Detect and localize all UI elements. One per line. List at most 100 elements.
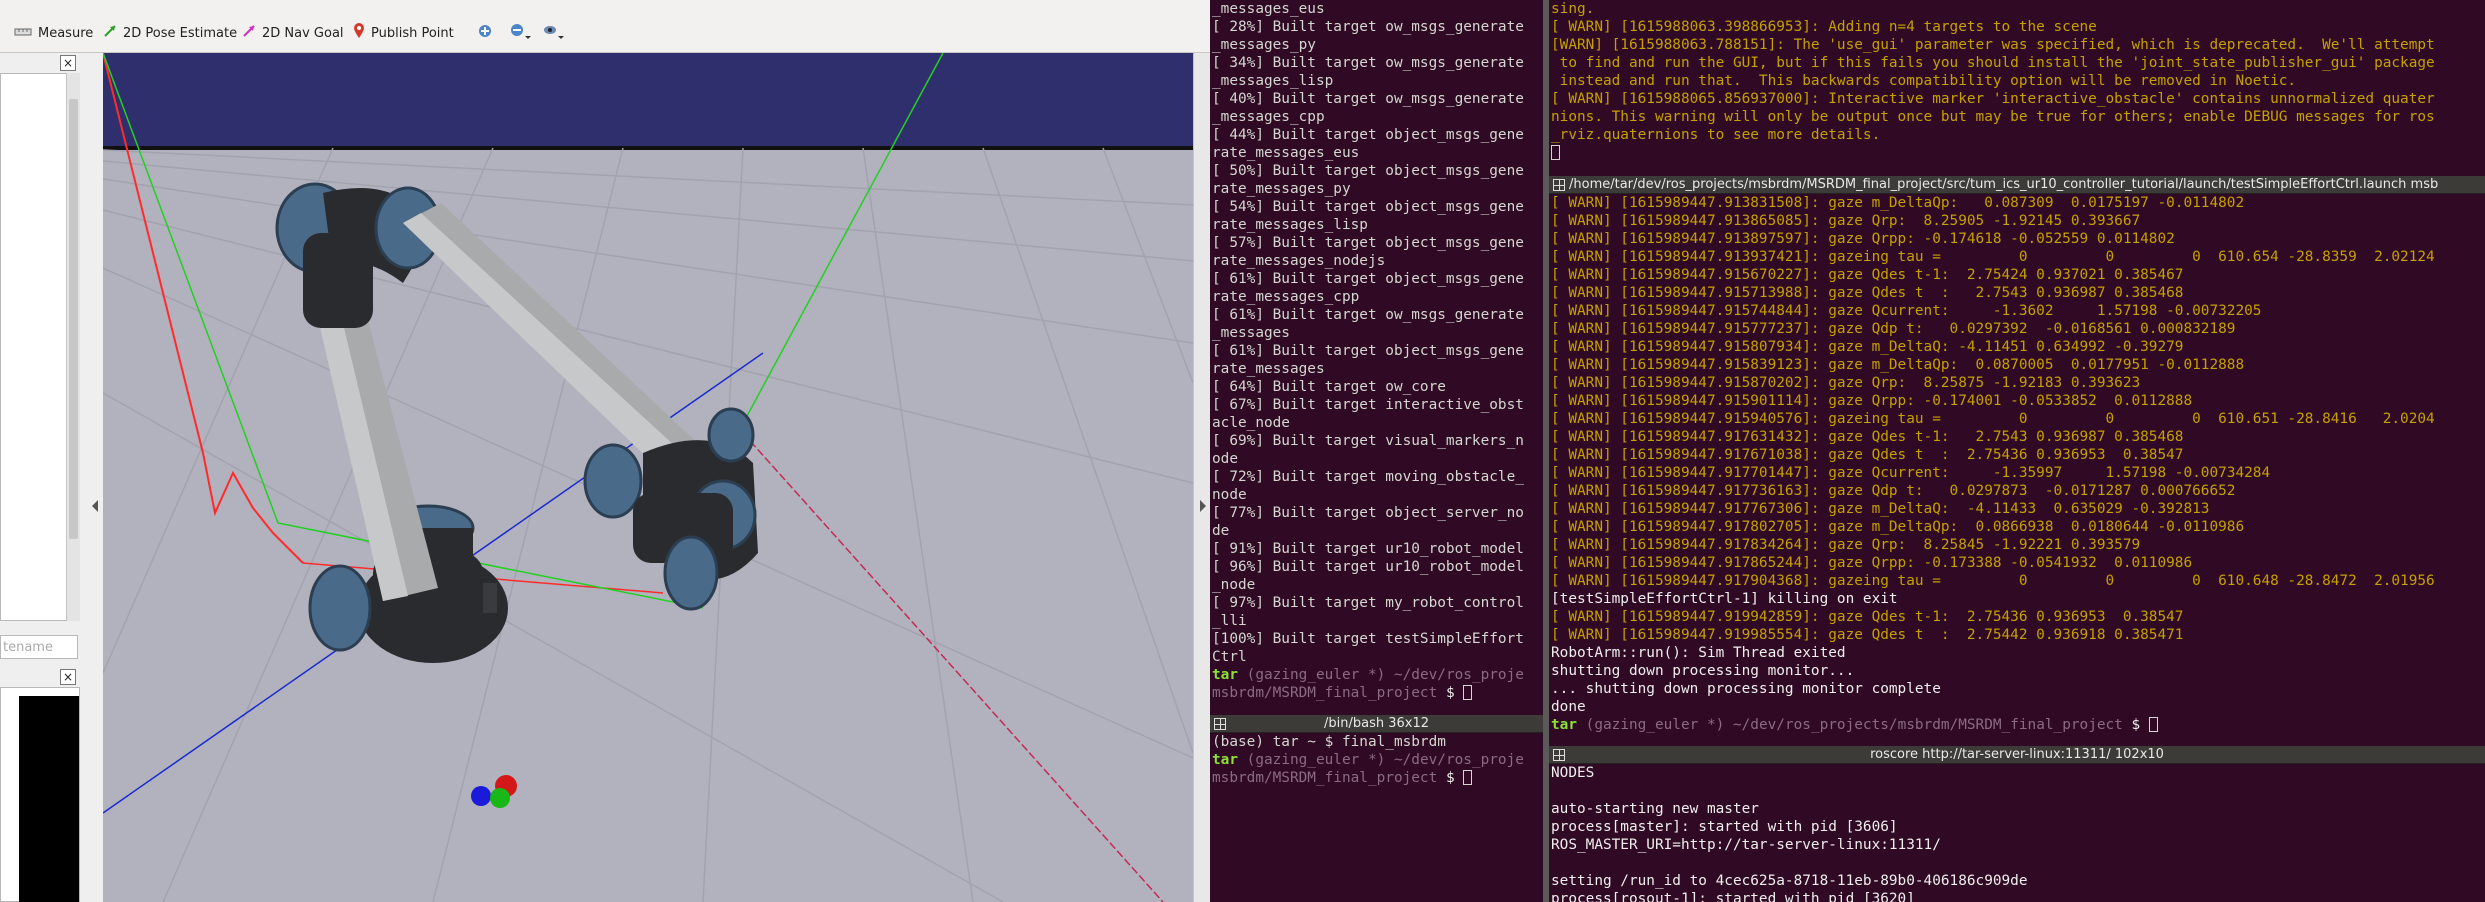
ur10-robot xyxy=(275,182,758,663)
rviz-left-panels: × tename × xyxy=(0,53,100,902)
terminal-cursor xyxy=(1551,145,1560,160)
build-output-line: de xyxy=(1212,523,1230,539)
prompt-path: ~/dev/ros_proje xyxy=(1393,667,1524,683)
launch-output-line: ... shutting down processing monitor com… xyxy=(1551,681,1941,697)
top-output-line: instead and run that. This backwards com… xyxy=(1551,73,2297,89)
prompt-path: ~/dev/ros_projects/msbrdm/MSRDM_final_pr… xyxy=(1732,717,2123,733)
build-output-line: [ 97%] Built target my_robot_control xyxy=(1212,595,1524,611)
rviz-right-rail xyxy=(1193,53,1210,902)
views-panel-close-button[interactable]: × xyxy=(60,669,76,685)
tool-measure[interactable]: Measure xyxy=(14,22,93,44)
launch-output-line: [ WARN] [1615989447.913865085]: gaze Qrp… xyxy=(1551,213,2141,229)
prompt-dollar: $ xyxy=(1445,685,1455,701)
roscore-title-text: roscore http://tar-server-linux:11311/ 1… xyxy=(1870,747,2164,762)
roscore-output-line: NODES xyxy=(1551,765,1595,781)
bash-terminal-title[interactable]: /bin/bash 36x12 xyxy=(1210,715,1543,733)
build-output-line: [ 61%] Built target object_msgs_gene xyxy=(1212,343,1524,359)
tool-2d-nav-goal[interactable]: 2D Nav Goal xyxy=(242,22,344,44)
view-minus-button[interactable] xyxy=(510,22,532,44)
launch-output-line: [ WARN] [1615989447.915777237]: gaze Qdp… xyxy=(1551,321,2236,337)
launch-output-line: [ WARN] [1615989447.915940576]: gazeing … xyxy=(1551,411,2435,427)
map-pin-icon xyxy=(353,23,365,43)
filename-field[interactable]: tename xyxy=(0,635,78,659)
build-output-line: rate_messages_nodejs xyxy=(1212,253,1386,269)
top-output-line: [ WARN] [1615988065.856937000]: Interact… xyxy=(1551,91,2435,107)
build-output-line: acle_node xyxy=(1212,415,1290,431)
launch-output: [ WARN] [1615989447.913831508]: gaze m_D… xyxy=(1549,194,2485,716)
view-eye-button[interactable] xyxy=(543,22,565,44)
launch-output-line: [ WARN] [1615989447.917904368]: gazeing … xyxy=(1551,573,2435,589)
roscore-output-line xyxy=(1551,782,2483,800)
minus-icon xyxy=(510,23,532,43)
build-output-line: [ 61%] Built target ow_msgs_generate xyxy=(1212,307,1524,323)
build-output-line: [ 67%] Built target interactive_obst xyxy=(1212,397,1524,413)
terminal-cursor xyxy=(1463,770,1473,785)
roscore-output-line: process[rosout-1]: started with pid [362… xyxy=(1551,891,1915,902)
build-output-line: rate_messages_lisp xyxy=(1212,217,1368,233)
bash-terminal[interactable]: /bin/bash 36x12 (base) tar ~ $ final_msb… xyxy=(1210,715,1543,902)
top-output-line: to find and run the GUI, but if this fai… xyxy=(1551,55,2435,71)
build-output-line: [ 72%] Built target moving_obstacle_ xyxy=(1212,469,1524,485)
build-output-line: _messages_cpp xyxy=(1212,109,1325,125)
bash-title-text: /bin/bash 36x12 xyxy=(1323,716,1429,731)
build-output-line: _messages_lisp xyxy=(1212,73,1334,89)
terminal-grid-icon xyxy=(1214,718,1226,730)
sky-band xyxy=(103,53,1193,148)
roscore-terminal[interactable]: roscore http://tar-server-linux:11311/ 1… xyxy=(1549,746,2485,902)
launch-output-line: done xyxy=(1551,699,1586,715)
prompt-dollar: $ xyxy=(2131,717,2141,733)
build-output-line: rate_messages_cpp xyxy=(1212,289,1360,305)
prompt-user: tar xyxy=(1212,667,1238,683)
tool-2d-pose-estimate[interactable]: 2D Pose Estimate xyxy=(103,22,237,44)
ruler-icon xyxy=(14,26,32,41)
pink-arrow-icon xyxy=(242,24,256,42)
build-output-line: [ 69%] Built target visual_markers_n xyxy=(1212,433,1524,449)
tool-2d-nav-label: 2D Nav Goal xyxy=(262,25,344,41)
top-output-line: nions. This warning will only be output … xyxy=(1551,109,2435,125)
prompt-user: tar xyxy=(1551,717,1577,733)
tool-publish-point[interactable]: Publish Point xyxy=(353,22,454,44)
build-output-line: _messages_py xyxy=(1212,37,1316,53)
launch-output-line: [ WARN] [1615989447.915870202]: gaze Qrp… xyxy=(1551,375,2141,391)
launch-output-line: [ WARN] [1615989447.915670227]: gaze Qde… xyxy=(1551,267,2184,283)
terminal-grid-icon xyxy=(1553,179,1565,191)
build-output-line: [ 28%] Built target ow_msgs_generate xyxy=(1212,19,1524,35)
build-output-line: _lli xyxy=(1212,613,1247,629)
launch-output-line: [ WARN] [1615989447.913831508]: gaze m_D… xyxy=(1551,195,2245,211)
roscore-terminal-title[interactable]: roscore http://tar-server-linux:11311/ 1… xyxy=(1549,746,2485,764)
view-plus-button[interactable] xyxy=(478,22,492,44)
terminal-cursor xyxy=(2148,717,2158,732)
prompt-path: ~/dev/ros_proje xyxy=(1393,752,1524,768)
prompt-dollar: $ xyxy=(1445,770,1455,786)
displays-scrollbar[interactable] xyxy=(66,73,80,621)
filename-field-placeholder: tename xyxy=(3,640,53,655)
collapse-left-arrow-icon[interactable] xyxy=(90,498,100,514)
rviz-3d-viewport[interactable] xyxy=(103,53,1193,902)
displays-panel-close-button[interactable]: × xyxy=(60,55,76,71)
plus-icon xyxy=(478,24,492,42)
collapse-right-arrow-icon[interactable] xyxy=(1198,498,1208,518)
prompt-git: (gazing_euler *) xyxy=(1246,752,1386,768)
tool-2d-pose-label: 2D Pose Estimate xyxy=(123,25,238,41)
top-output-line: [ WARN] [1615988063.398866953]: Adding n… xyxy=(1551,19,2097,35)
build-terminal[interactable]: _messages_eus [ 28%] Built target ow_msgs… xyxy=(1210,0,1543,715)
launch-terminal[interactable]: /home/tar/dev/ros_projects/msbrdm/MSRDM_… xyxy=(1549,176,2485,746)
build-output-line: [ 44%] Built target object_msgs_gene xyxy=(1212,127,1524,143)
eye-icon xyxy=(543,23,565,43)
build-output: _messages_eus [ 28%] Built target ow_msgs… xyxy=(1210,0,1543,666)
build-prompt: tar (gazing_euler *) ~/dev/ros_proje msb… xyxy=(1210,666,1543,702)
launch-output-line: [ WARN] [1615989447.917834264]: gaze Qrp… xyxy=(1551,537,2141,553)
roscore-output: NODES auto-starting new master process[mas… xyxy=(1549,764,2485,902)
roscore-output-line: ROS_MASTER_URI=http://tar-server-linux:1… xyxy=(1551,837,1941,853)
build-output-line: [ 64%] Built target ow_core xyxy=(1212,379,1446,395)
launch-output-line: [ WARN] [1615989447.915713988]: gaze Qde… xyxy=(1551,285,2184,301)
camera-image xyxy=(19,696,79,902)
build-output-line: [100%] Built target testSimpleEffort xyxy=(1212,631,1524,647)
launch-output-line: [ WARN] [1615989447.915839123]: gaze m_D… xyxy=(1551,357,2245,373)
launch-output-line: RobotArm::run(): Sim Thread exited xyxy=(1551,645,1846,661)
prompt-path-2: msbrdm/MSRDM_final_project xyxy=(1212,685,1438,701)
top-terminal[interactable]: sing. [ WARN] [1615988063.398866953]: Add… xyxy=(1549,0,2485,176)
build-output-line: ode xyxy=(1212,451,1238,467)
launch-terminal-title[interactable]: /home/tar/dev/ros_projects/msbrdm/MSRDM_… xyxy=(1549,176,2485,194)
rviz-window: Measure 2D Pose Estimate 2D Nav Goal Pub… xyxy=(0,0,1210,902)
